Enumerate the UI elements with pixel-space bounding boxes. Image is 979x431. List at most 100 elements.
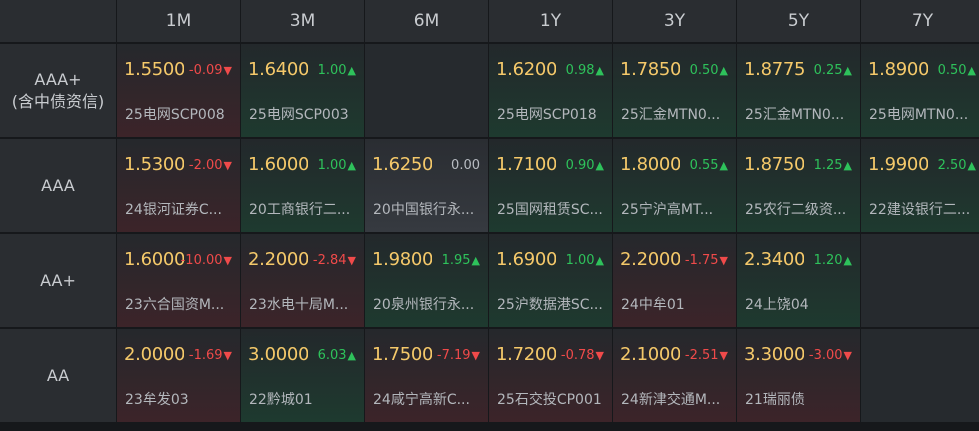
grid-corner bbox=[0, 0, 116, 42]
bond-name: 25农行二级资... bbox=[745, 202, 847, 218]
yield-value: 2.2000 bbox=[248, 249, 308, 270]
yield-change-value: 1.95 bbox=[441, 253, 471, 268]
yield-value: 1.6400 bbox=[248, 59, 308, 80]
bond-name: 20泉州银行永... bbox=[373, 297, 475, 313]
rating-label-text: AAA+ (含中债资信) bbox=[12, 69, 105, 113]
rating-label: AAA+ (含中债资信) bbox=[0, 44, 116, 137]
yield-change: 2.50▲ bbox=[938, 158, 976, 173]
yield-value: 2.3400 bbox=[744, 249, 804, 270]
quote-cell[interactable]: 1.6000 -10.00▼ 23六合国资M... bbox=[117, 234, 240, 327]
yield-change: 0.55▲ bbox=[690, 158, 728, 173]
quote-cell[interactable]: 1.6250 0.00 20中国银行永... bbox=[365, 139, 488, 232]
quote-cell[interactable]: 1.7850 0.50▲ 25汇金MTN0... bbox=[613, 44, 736, 137]
tenor-header[interactable]: 3Y bbox=[613, 0, 736, 42]
arrow-up-icon: ▲ bbox=[347, 159, 356, 172]
yield-change: -0.09▼ bbox=[189, 63, 232, 78]
yield-value: 1.8775 bbox=[744, 59, 804, 80]
tenor-header[interactable]: 7Y bbox=[861, 0, 979, 42]
yield-value: 1.8750 bbox=[744, 154, 804, 175]
bond-name: 23六合国资M... bbox=[125, 297, 225, 313]
yield-change: -10.00▼ bbox=[181, 253, 232, 268]
yield-change-value: 0.55 bbox=[689, 158, 719, 173]
yield-change: -1.75▼ bbox=[685, 253, 728, 268]
arrow-up-icon: ▲ bbox=[595, 159, 604, 172]
quote-cell[interactable]: 3.3000 -3.00▼ 21瑞丽债 bbox=[737, 329, 860, 422]
quote-cell[interactable]: 1.7100 0.90▲ 25国网租赁SC... bbox=[489, 139, 612, 232]
rating-label: AAA bbox=[0, 139, 116, 232]
quote-cell[interactable]: 1.6200 0.98▲ 25电网SCP018 bbox=[489, 44, 612, 137]
yield-value: 1.6900 bbox=[496, 249, 556, 270]
quote-cell[interactable]: 2.2000 -2.84▼ 23水电十局M... bbox=[241, 234, 364, 327]
quote-cell[interactable]: 1.8000 0.55▲ 25宁沪高MT... bbox=[613, 139, 736, 232]
quote-cell[interactable]: 3.0000 6.03▲ 22黔城01 bbox=[241, 329, 364, 422]
rating-label: AA bbox=[0, 329, 116, 422]
yield-value: 2.0000 bbox=[124, 344, 184, 365]
yield-change-value: 1.20 bbox=[813, 253, 843, 268]
tenor-header[interactable]: 6M bbox=[365, 0, 488, 42]
quote-cell[interactable]: 2.2000 -1.75▼ 24中牟01 bbox=[613, 234, 736, 327]
tenor-header[interactable]: 3M bbox=[241, 0, 364, 42]
quote-cell[interactable]: 1.7500 -7.19▼ 24咸宁高新C... bbox=[365, 329, 488, 422]
quote-cell[interactable]: 2.1000 -2.51▼ 24新津交通M... bbox=[613, 329, 736, 422]
yield-value: 1.8000 bbox=[620, 154, 680, 175]
quote-cell[interactable]: 1.6000 1.00▲ 20工商银行二... bbox=[241, 139, 364, 232]
bond-name: 24上饶04 bbox=[745, 297, 809, 313]
yield-change: -7.19▼ bbox=[437, 348, 480, 363]
quote-cell[interactable]: 1.8750 1.25▲ 25农行二级资... bbox=[737, 139, 860, 232]
quote-cell[interactable]: 1.7200 -0.78▼ 25石交投CP001 bbox=[489, 329, 612, 422]
bond-name: 25沪数据港SC... bbox=[497, 297, 603, 313]
rating-label-text: AA+ bbox=[40, 270, 76, 292]
arrow-up-icon: ▲ bbox=[347, 349, 356, 362]
tenor-header[interactable]: 1Y bbox=[489, 0, 612, 42]
yield-change: 0.50▲ bbox=[690, 63, 728, 78]
yield-change-value: -3.00 bbox=[808, 348, 843, 363]
yield-value: 2.1000 bbox=[620, 344, 680, 365]
yield-change-value: -0.78 bbox=[560, 348, 595, 363]
arrow-up-icon: ▲ bbox=[719, 159, 728, 172]
bond-name: 22建设银行二... bbox=[869, 202, 971, 218]
quote-cell[interactable]: 1.6400 1.00▲ 25电网SCP003 bbox=[241, 44, 364, 137]
tenor-header[interactable]: 5Y bbox=[737, 0, 860, 42]
bond-name: 20中国银行永... bbox=[373, 202, 475, 218]
quote-cell[interactable]: 1.9900 2.50▲ 22建设银行二... bbox=[861, 139, 979, 232]
quote-cell[interactable]: 1.5500 -0.09▼ 25电网SCP008 bbox=[117, 44, 240, 137]
bond-name: 25电网SCP003 bbox=[249, 107, 349, 123]
bond-name: 25石交投CP001 bbox=[497, 392, 602, 408]
quote-cell[interactable]: 1.9800 1.95▲ 20泉州银行永... bbox=[365, 234, 488, 327]
yield-change-value: -2.00 bbox=[188, 158, 223, 173]
arrow-down-icon: ▼ bbox=[719, 254, 728, 267]
yield-value: 1.7850 bbox=[620, 59, 680, 80]
quote-cell[interactable]: 1.8900 0.50▲ 25电网MTN0... bbox=[861, 44, 979, 137]
yield-change: -2.00▼ bbox=[189, 158, 232, 173]
empty-quote-cell bbox=[861, 234, 979, 327]
yield-change-value: 1.00 bbox=[565, 253, 595, 268]
quote-cell[interactable]: 2.0000 -1.69▼ 23牟发03 bbox=[117, 329, 240, 422]
yield-change: 0.25▲ bbox=[814, 63, 852, 78]
arrow-down-icon: ▼ bbox=[223, 159, 232, 172]
bond-name: 24银河证券C... bbox=[125, 202, 222, 218]
yield-value: 1.6000 bbox=[124, 249, 184, 270]
tenor-header[interactable]: 1M bbox=[117, 0, 240, 42]
rating-tenor-yield-grid: 1M 3M 6M 1Y 3Y 5Y 7Y AAA+ (含中债资信) 1.5500 -0… bbox=[0, 0, 979, 431]
empty-quote-cell bbox=[861, 329, 979, 422]
yield-change-value: 0.90 bbox=[565, 158, 595, 173]
arrow-up-icon: ▲ bbox=[595, 64, 604, 77]
quote-cell[interactable]: 1.5300 -2.00▼ 24银河证券C... bbox=[117, 139, 240, 232]
bond-name: 25电网SCP018 bbox=[497, 107, 597, 123]
yield-change: -2.84▼ bbox=[313, 253, 356, 268]
arrow-down-icon: ▼ bbox=[719, 349, 728, 362]
bond-name: 23牟发03 bbox=[125, 392, 189, 408]
quote-cell[interactable]: 1.6900 1.00▲ 25沪数据港SC... bbox=[489, 234, 612, 327]
yield-change: 1.95▲ bbox=[442, 253, 480, 268]
rating-label-line1: AAA bbox=[41, 175, 75, 195]
arrow-up-icon: ▲ bbox=[843, 254, 852, 267]
quote-cell[interactable]: 2.3400 1.20▲ 24上饶04 bbox=[737, 234, 860, 327]
bond-name: 25电网MTN0... bbox=[869, 107, 969, 123]
arrow-up-icon: ▲ bbox=[471, 254, 480, 267]
yield-value: 1.9900 bbox=[868, 154, 928, 175]
quote-cell[interactable]: 1.8775 0.25▲ 25汇金MTN0... bbox=[737, 44, 860, 137]
bond-name: 20工商银行二... bbox=[249, 202, 351, 218]
bond-name: 25宁沪高MT... bbox=[621, 202, 714, 218]
yield-change: 0.50▲ bbox=[938, 63, 976, 78]
yield-change-value: -7.19 bbox=[436, 348, 471, 363]
